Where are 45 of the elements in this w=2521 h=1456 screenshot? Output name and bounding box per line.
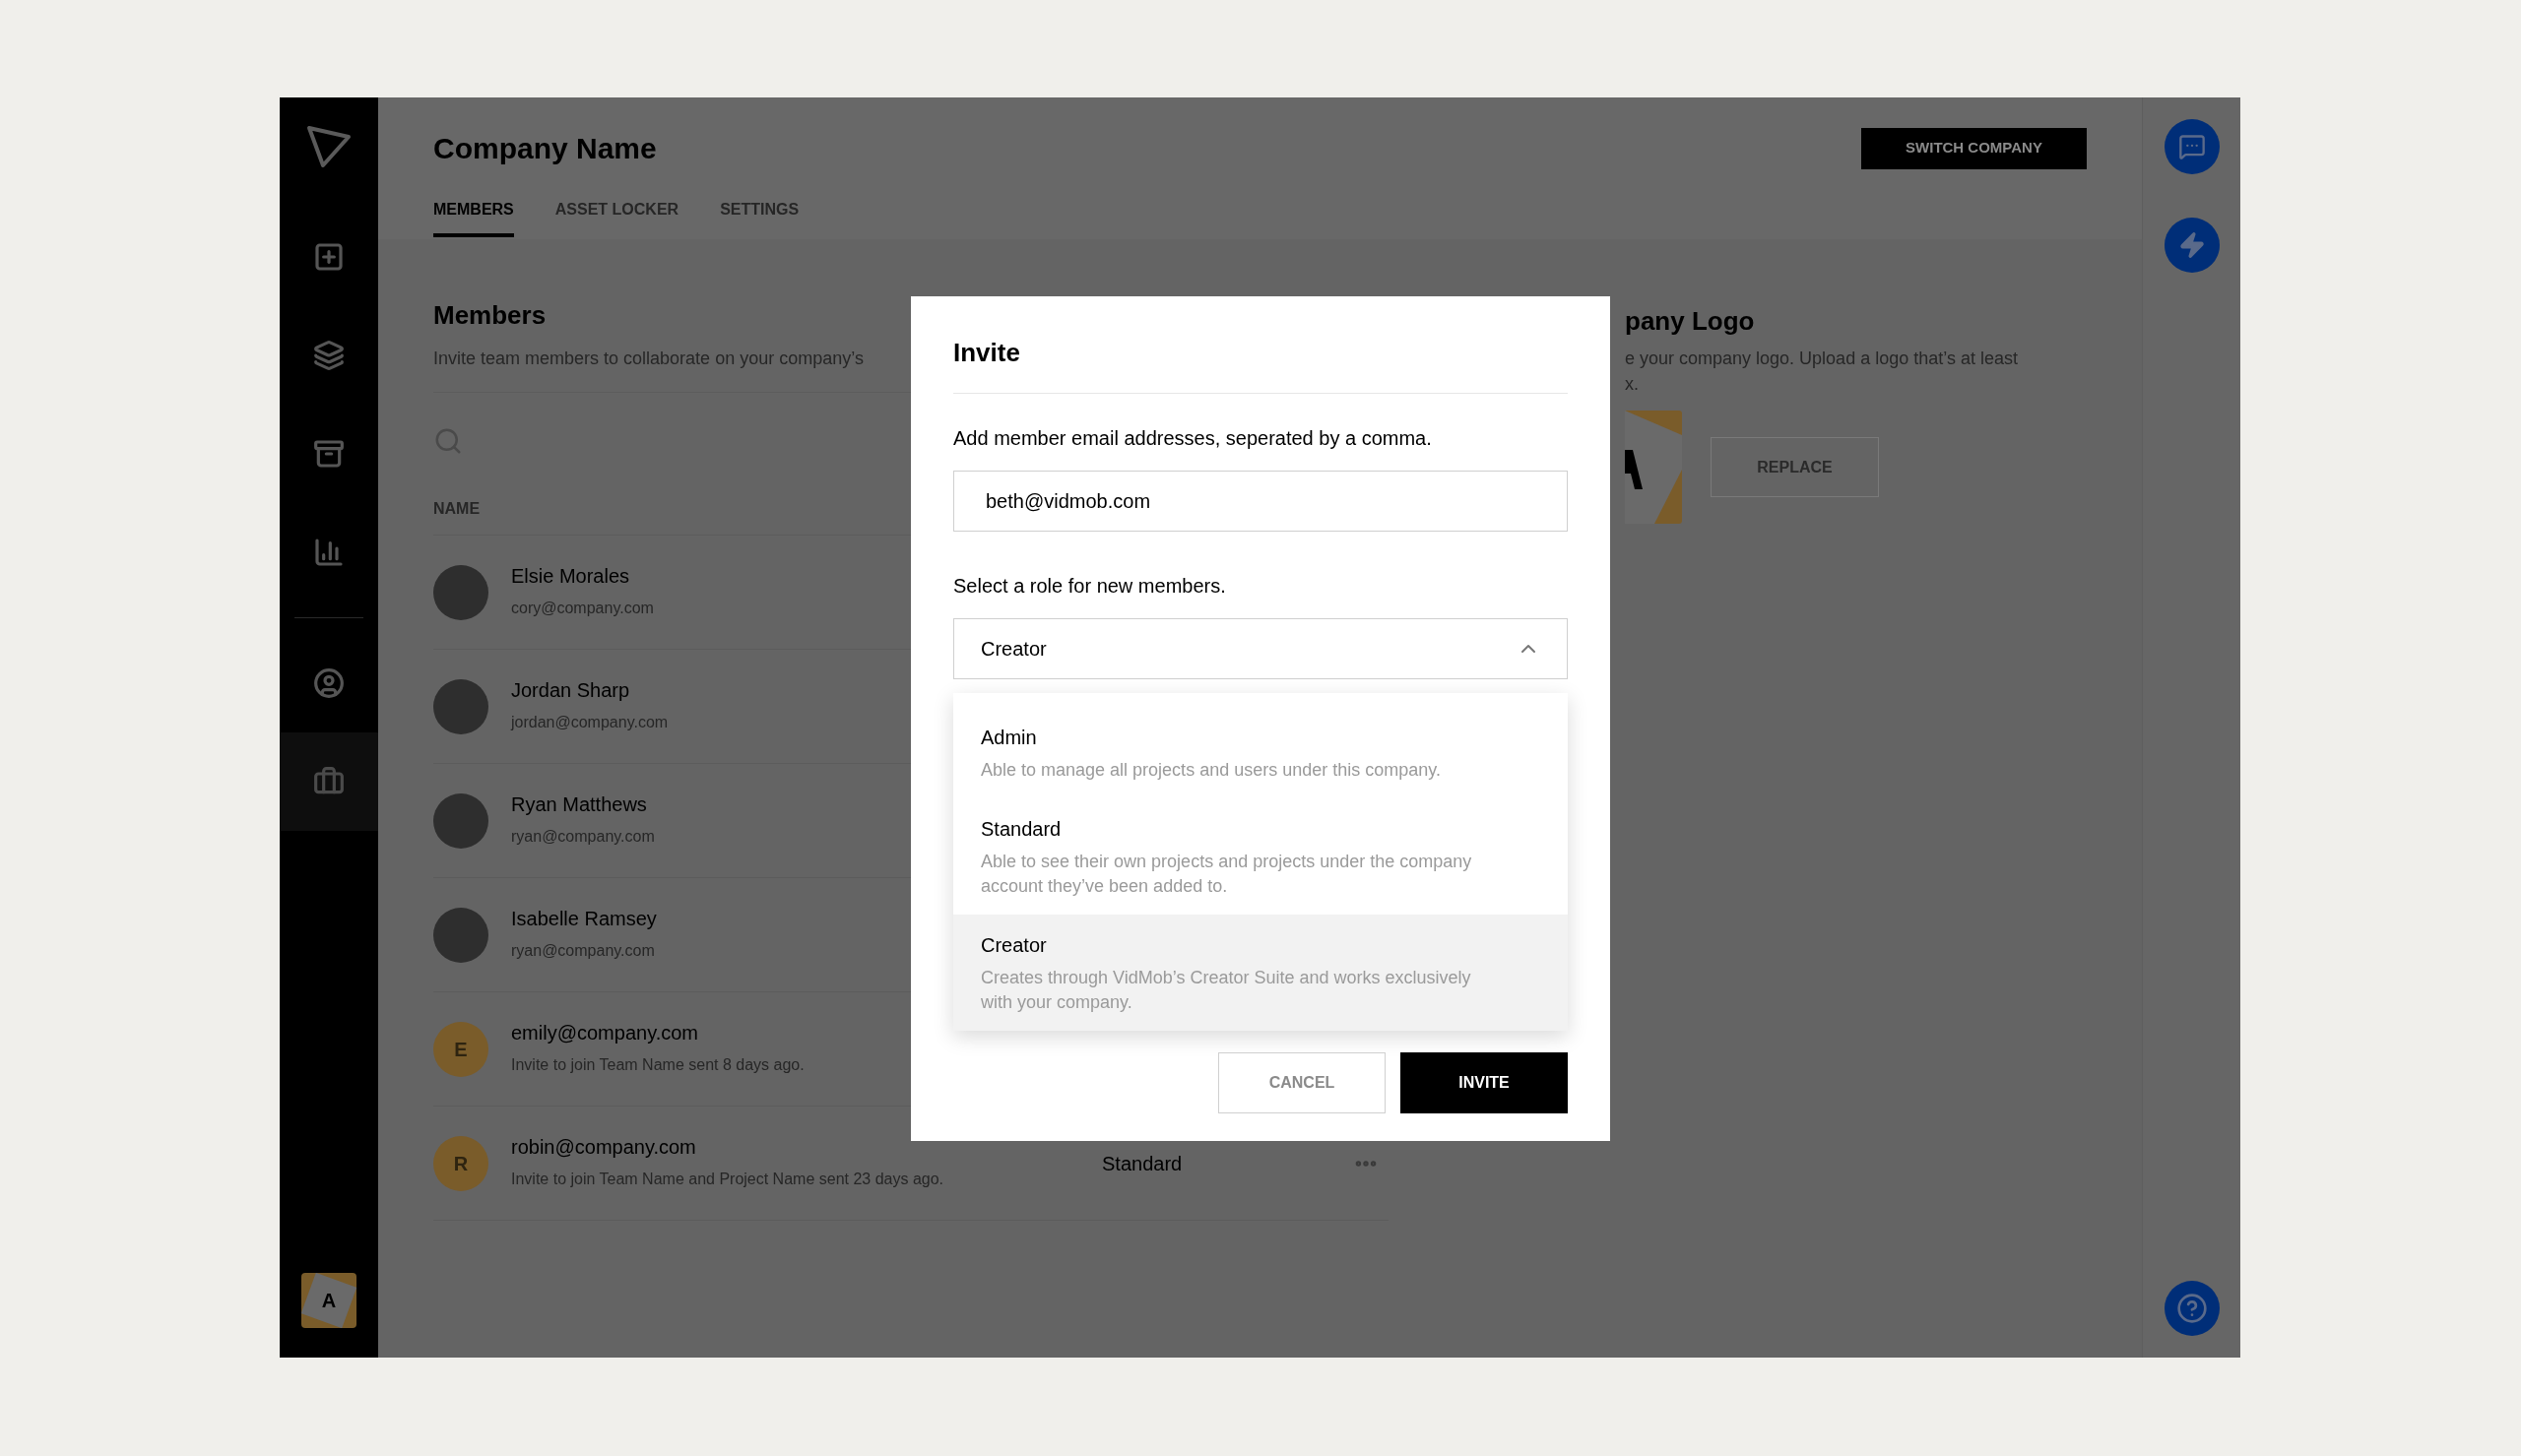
member-name: Isabelle Ramsey: [511, 907, 657, 931]
field-label: Select a role for new members.: [953, 574, 1227, 599]
role-option[interactable]: Creator Creates through VidMob’s Creator Suite and works exclusively with your company.: [953, 915, 1568, 1031]
cancel-button[interactable]: CANCEL: [1218, 1052, 1386, 1113]
stack-icon: [313, 340, 345, 371]
chat-icon: [2177, 133, 2206, 160]
section-title: pany Logo: [1625, 305, 1755, 334]
member-detail: jordan@company.com: [511, 713, 669, 732]
member-detail: ryan@company.com: [511, 827, 655, 847]
invite-button[interactable]: INVITE: [1400, 1052, 1568, 1113]
member-detail: Invite to join Team Name sent 8 days ago.: [511, 1055, 805, 1075]
tab[interactable]: MEMBERS: [433, 198, 514, 237]
archive-icon: [313, 438, 345, 470]
role-option[interactable]: Standard Able to see their own projects and projects under the company account they’ve been added to.: [953, 798, 1568, 915]
email-input-field[interactable]: beth@vidmob.com: [953, 471, 1568, 532]
add-icon: [313, 241, 345, 273]
user-icon: [313, 667, 345, 699]
page-title: Company Name: [433, 131, 657, 166]
field-label: Add member email addresses, seperated by a comma.: [953, 426, 1433, 451]
member-detail: cory@company.com: [511, 599, 654, 618]
member-name: emily@company.com: [511, 1021, 698, 1045]
section-description: e your company logo. Upload a logo that’s at least x.: [1625, 348, 2018, 396]
dialog-title: Invite: [953, 340, 1021, 365]
member-name: Ryan Matthews: [511, 792, 647, 817]
column-header: NAME: [433, 499, 481, 519]
member-name: robin@company.com: [511, 1135, 696, 1160]
logo-icon[interactable]: [306, 125, 352, 168]
search-icon[interactable]: [433, 426, 463, 456]
section-title: Members: [433, 302, 547, 328]
section-description: Invite team members to collaborate on your company’s: [433, 348, 864, 370]
member-role: Standard: [1102, 1151, 1183, 1176]
switch-company-button[interactable]: SWITCH COMPANY: [1861, 127, 2087, 169]
member-detail: Invite to join Team Name and Project Name sent 23 days ago.: [511, 1170, 944, 1189]
initial-avatar: R: [433, 1135, 488, 1191]
role-option[interactable]: Admin Able to manage all projects and users under this company.: [953, 707, 1568, 798]
bolt-icon: [2177, 231, 2206, 259]
member-detail: ryan@company.com: [511, 941, 655, 961]
bar-chart-icon: [313, 537, 345, 568]
initial-avatar: E: [433, 1021, 488, 1077]
sidebar-nav-item[interactable]: [280, 732, 378, 831]
member-name: Jordan Sharp: [511, 678, 630, 703]
role-select[interactable]: Creator: [953, 618, 1568, 679]
account-avatar[interactable]: A: [301, 1273, 356, 1328]
member-name: Elsie Morales: [511, 564, 630, 589]
help-icon: [2175, 1293, 2208, 1324]
